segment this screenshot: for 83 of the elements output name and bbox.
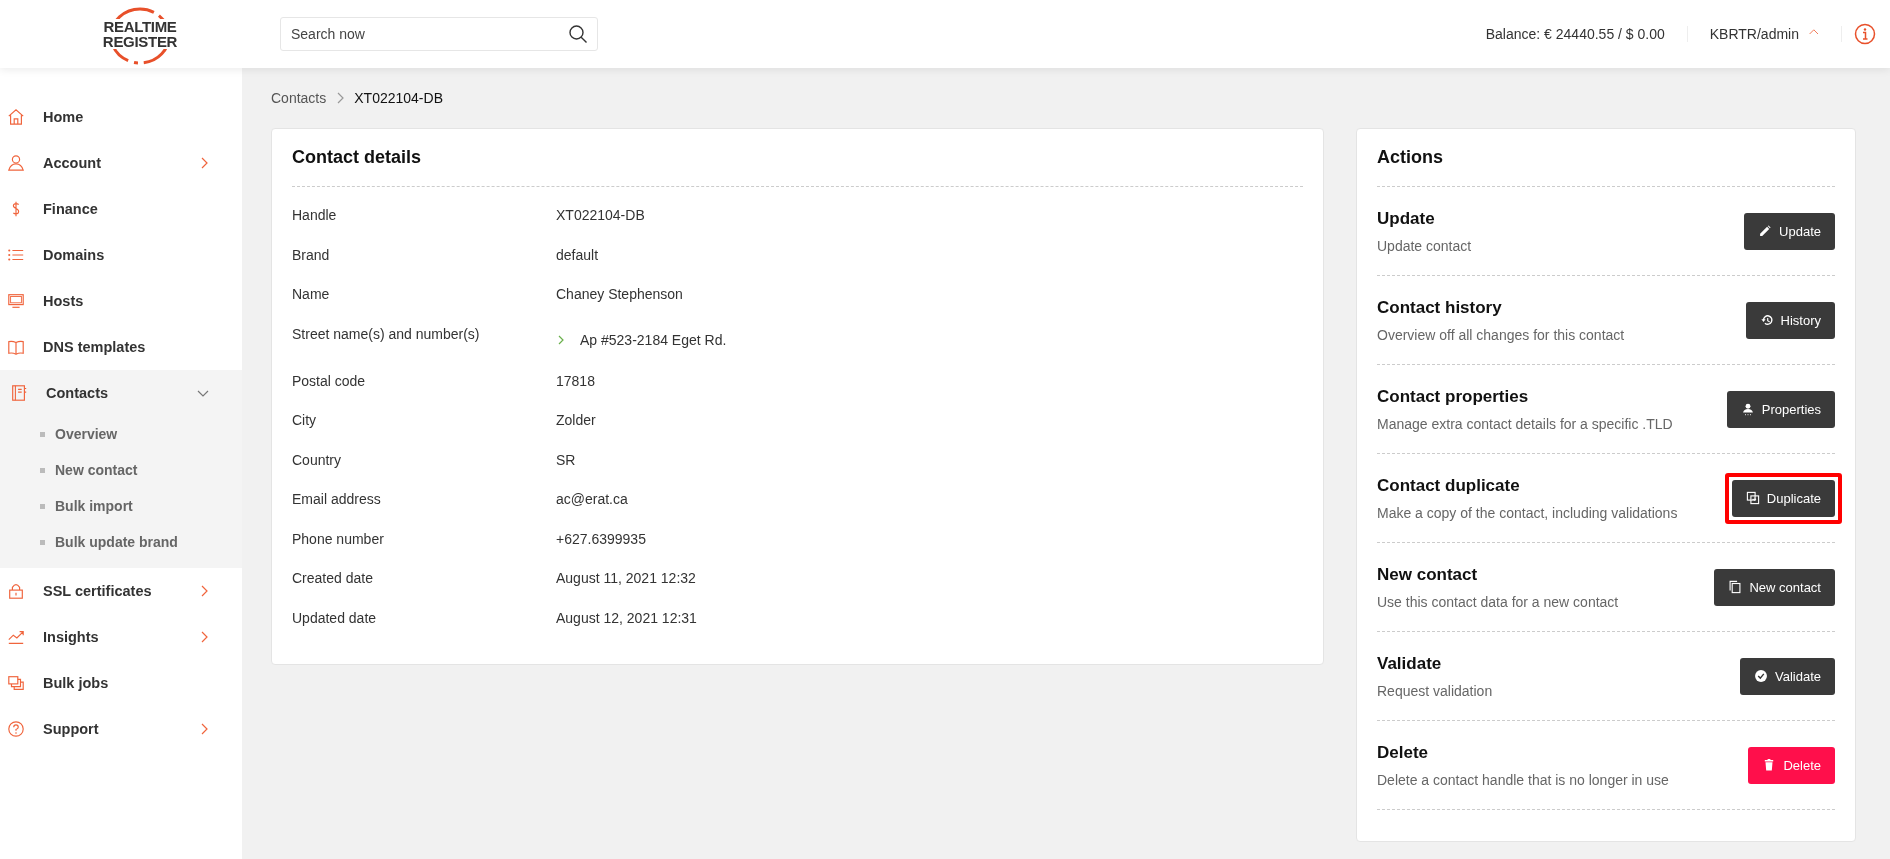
field-label: Country: [292, 451, 343, 470]
sidebar-item[interactable]: Finance: [0, 186, 242, 232]
action-description: Delete a contact handle that is no longer in use: [1377, 771, 1670, 788]
field-label: Postal code: [292, 372, 367, 391]
sidebar-item[interactable]: Account: [0, 140, 242, 186]
action-button[interactable]: Properties: [1726, 390, 1835, 428]
sidebar-item[interactable]: Contacts: [0, 370, 242, 416]
field-value: default: [556, 246, 599, 263]
field-label: Brand: [292, 246, 331, 265]
breadcrumb-link[interactable]: Contacts: [271, 90, 327, 106]
monitor-icon: [7, 292, 25, 310]
pencil-icon: [1758, 224, 1773, 238]
action-description: Update contact: [1377, 237, 1473, 254]
copy-icon: [1745, 491, 1760, 505]
action-description: Make a copy of the contact, including validations: [1377, 504, 1679, 521]
action-title: New contact: [1377, 564, 1479, 585]
chart-line-icon: [7, 628, 25, 646]
submenu-item[interactable]: Bulk import: [0, 488, 242, 524]
book-icon: [7, 338, 25, 356]
stacked-windows-icon: [7, 674, 25, 692]
card-title: Actions: [1377, 147, 1835, 187]
breadcrumb-current: XT022104-DB: [354, 90, 443, 106]
action-title: Contact duplicate: [1377, 475, 1521, 496]
action-title: Update: [1377, 208, 1436, 229]
field-value: ac@erat.ca: [556, 491, 628, 507]
field-value: Zolder: [556, 412, 596, 428]
person-icon: [7, 154, 25, 172]
action-title: Contact properties: [1377, 386, 1530, 407]
field-value: August 12, 2021 12:31: [556, 609, 697, 626]
action-button[interactable]: Duplicate: [1731, 479, 1835, 517]
notebook-icon: [10, 384, 28, 402]
help-icon: [7, 720, 25, 738]
sidebar-item[interactable]: Support: [0, 706, 242, 752]
sidebar-item[interactable]: Insights: [0, 614, 242, 660]
action-description: Manage extra contact details for a specific .TLD: [1377, 415, 1674, 432]
search-icon[interactable]: [568, 24, 588, 44]
field-value: SR: [556, 451, 576, 468]
history-icon: [1759, 313, 1774, 327]
field-label: Email address: [292, 491, 382, 509]
submenu-item[interactable]: Bulk update brand: [0, 524, 242, 560]
check-circle-icon: [1754, 669, 1768, 683]
field-value: Ap #523-2184 Eget Rd.: [580, 331, 727, 348]
action-title: Validate: [1377, 653, 1443, 674]
field-value: 17818: [556, 372, 595, 389]
person-icon: [1740, 402, 1755, 416]
action-title: Contact history: [1377, 297, 1503, 318]
action-button[interactable]: History: [1745, 301, 1835, 339]
field-label: Updated date: [292, 609, 378, 628]
field-value: XT022104-DB: [556, 207, 645, 223]
sidebar-item[interactable]: DNS templates: [0, 324, 242, 370]
submenu-item[interactable]: New contact: [0, 452, 242, 488]
user-menu[interactable]: KBRTR/admin: [1709, 26, 1799, 42]
sidebar-item[interactable]: SSL certificates: [0, 568, 242, 614]
balance-text: Balance: € 24440.55 / $ 0.00: [1485, 26, 1688, 42]
search-field[interactable]: Search now: [280, 17, 598, 51]
field-value: Chaney Stephenson: [556, 286, 683, 302]
submenu-item[interactable]: Overview: [0, 416, 242, 452]
card-title: Contact details: [292, 147, 1303, 187]
action-description: Request validation: [1377, 682, 1494, 699]
action-button[interactable]: Validate: [1740, 657, 1835, 695]
field-label: Name: [292, 286, 331, 304]
sidebar-item[interactable]: Hosts: [0, 278, 242, 324]
action-button[interactable]: Delete: [1748, 746, 1835, 784]
info-icon[interactable]: [1854, 23, 1876, 45]
chevron-right-icon[interactable]: [556, 333, 566, 346]
field-label: Created date: [292, 570, 374, 588]
action-title: Delete: [1377, 742, 1430, 763]
action-description: Overview off all changes for this contact: [1377, 326, 1626, 343]
field-value: +627.6399935: [556, 530, 646, 547]
field-label: Phone number: [292, 530, 385, 549]
house-icon: [7, 108, 25, 126]
field-label: Handle: [292, 207, 338, 225]
field-label: Street name(s) and number(s): [292, 325, 481, 344]
sidebar-item[interactable]: Domains: [0, 232, 242, 278]
sidebar-item[interactable]: Bulk jobs: [0, 660, 242, 706]
sidebar-item[interactable]: Home: [0, 94, 242, 140]
field-label: City: [292, 412, 318, 430]
lock-icon: [7, 582, 25, 600]
action-button[interactable]: New contact: [1714, 568, 1835, 606]
copy-icon: [1728, 580, 1743, 594]
field-value: August 11, 2021 12:32: [556, 570, 696, 586]
action-button[interactable]: Update: [1744, 212, 1835, 250]
action-description: Use this contact data for a new contact: [1377, 593, 1620, 610]
